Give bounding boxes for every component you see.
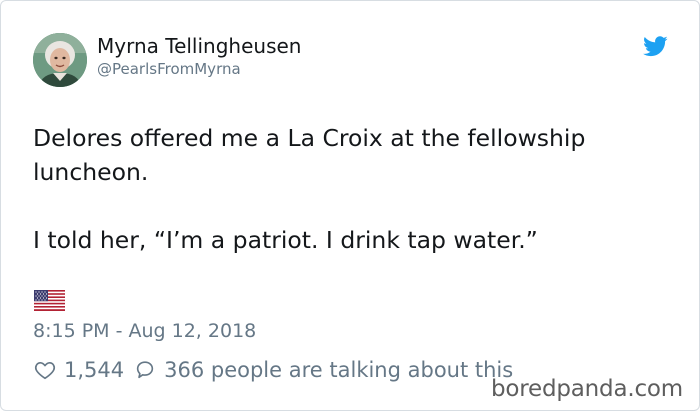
like-button[interactable]: 1,544 — [34, 358, 134, 382]
us-flag-icon — [34, 290, 65, 311]
tweet-timestamp[interactable]: 8:15 PM - Aug 12, 2018 — [33, 320, 256, 342]
tweet-text: Delores offered me a La Croix at the fel… — [33, 121, 653, 257]
speech-bubble-icon — [134, 359, 156, 381]
heart-icon — [34, 359, 56, 381]
profile-photo-icon — [33, 33, 87, 87]
author-handle[interactable]: @PearlsFromMyrna — [97, 60, 241, 78]
engagement-bar: 1,544 366 people are talking about this — [34, 356, 513, 384]
boredpanda-watermark: boredpanda.com — [491, 376, 683, 402]
tweet-paragraph-1: Delores offered me a La Croix at the fel… — [33, 124, 586, 186]
talking-about-text: 366 people are talking about this — [164, 358, 514, 382]
author-display-name[interactable]: Myrna Tellingheusen — [97, 34, 301, 58]
tweet-paragraph-2: I told her, “I’m a patriot. I drink tap … — [33, 226, 538, 254]
twitter-bird-icon[interactable] — [643, 36, 668, 57]
conversation-link[interactable]: 366 people are talking about this — [134, 358, 513, 382]
tweet-card: Myrna Tellingheusen @PearlsFromMyrna Del… — [0, 0, 700, 411]
avatar[interactable] — [33, 33, 87, 87]
likes-count: 1,544 — [64, 358, 125, 382]
